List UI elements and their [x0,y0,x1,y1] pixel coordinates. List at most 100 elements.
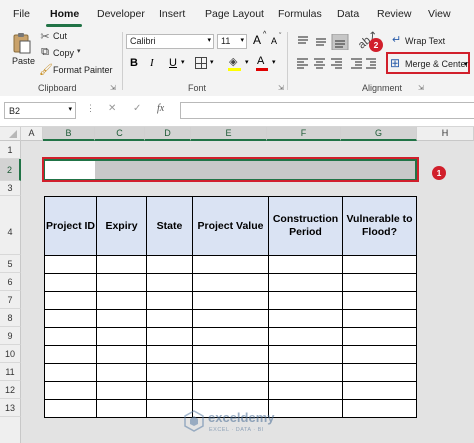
table-cell[interactable] [96,255,147,274]
table-cell[interactable] [268,381,343,400]
middle-align-icon[interactable] [314,34,328,48]
cut-button[interactable]: Cut [53,31,67,41]
select-all-corner[interactable] [0,127,21,141]
chevron-down-icon[interactable]: ▾ [240,36,244,44]
row-header-1[interactable]: 1 [0,141,21,159]
chevron-down-icon[interactable]: ▾ [210,58,214,66]
table-cell[interactable] [44,255,97,274]
align-left-icon[interactable] [296,57,309,70]
table-cell[interactable] [96,273,147,292]
row-header-8[interactable]: 8 [0,309,21,327]
column-header-d[interactable]: D [145,127,191,141]
table-cell[interactable] [44,273,97,292]
clipboard-launcher-icon[interactable]: ⇲ [110,84,116,92]
row-header-13[interactable]: 13 [0,399,21,417]
table-cell[interactable] [96,327,147,346]
chevron-down-icon[interactable]: ▾ [181,58,185,66]
table-cell[interactable] [146,273,193,292]
chevron-down-icon[interactable]: ▾ [207,36,211,44]
header-vulnerable-to-flood[interactable]: Vulnerable to Flood? [342,196,417,256]
merge-center-button[interactable]: Merge & Center [405,59,469,69]
table-cell[interactable] [268,291,343,310]
table-cell[interactable] [342,273,417,292]
merge-cells-icon[interactable]: ⊞ [390,56,400,70]
tab-formulas[interactable]: Formulas [278,8,322,20]
row-header-4[interactable]: 4 [0,196,21,255]
tab-data[interactable]: Data [337,8,359,20]
table-cell[interactable] [342,399,417,418]
table-cell[interactable] [268,363,343,382]
table-cell[interactable] [146,381,193,400]
shrink-font-button[interactable]: A [271,36,277,46]
font-color-button[interactable]: A [257,55,264,67]
table-cell[interactable] [96,381,147,400]
table-cell[interactable] [146,309,193,328]
column-header-h[interactable]: H [417,127,474,141]
cancel-icon[interactable]: ✕ [108,103,116,114]
font-name-combo[interactable]: Calibri ▾ [126,34,214,49]
table-cell[interactable] [96,309,147,328]
tab-insert[interactable]: Insert [159,8,185,20]
row-header-5[interactable]: 5 [0,255,21,273]
table-cell[interactable] [146,345,193,364]
row-header-2[interactable]: 2 [0,159,21,181]
name-box[interactable]: B2 ▾ [4,102,76,119]
chevron-down-icon[interactable]: ▾ [245,58,249,66]
header-project-value[interactable]: Project Value [192,196,269,256]
table-cell[interactable] [342,363,417,382]
table-cell[interactable] [268,309,343,328]
tab-file[interactable]: File [13,8,30,20]
table-cell[interactable] [96,363,147,382]
font-size-combo[interactable]: 11 ▾ [217,34,247,49]
table-cell[interactable] [192,273,269,292]
table-cell[interactable] [268,255,343,274]
row-header-9[interactable]: 9 [0,327,21,345]
tab-view[interactable]: View [428,8,451,20]
table-cell[interactable] [342,345,417,364]
table-cell[interactable] [44,381,97,400]
table-cell[interactable] [342,291,417,310]
table-cell[interactable] [192,363,269,382]
align-right-icon[interactable] [330,57,343,70]
column-header-g[interactable]: G [341,127,417,141]
table-cell[interactable] [96,291,147,310]
italic-button[interactable]: I [150,57,154,69]
decrease-indent-icon[interactable] [351,57,364,70]
table-cell[interactable] [44,363,97,382]
table-cell[interactable] [146,327,193,346]
column-header-c[interactable]: C [95,127,145,141]
row-header-6[interactable]: 6 [0,273,21,291]
copy-button[interactable]: Copy [53,48,74,58]
table-cell[interactable] [342,309,417,328]
table-cell[interactable] [192,255,269,274]
row-header-7[interactable]: 7 [0,291,21,309]
wrap-text-button[interactable]: Wrap Text [405,36,445,46]
table-cell[interactable] [192,327,269,346]
increase-indent-icon[interactable] [366,57,379,70]
align-center-icon[interactable] [313,57,326,70]
column-header-e[interactable]: E [191,127,267,141]
table-cell[interactable] [96,399,147,418]
column-header-a[interactable]: A [21,127,43,141]
table-cell[interactable] [146,291,193,310]
row-header-12[interactable]: 12 [0,381,21,399]
chevron-down-icon[interactable]: ▾ [464,60,468,68]
paste-icon[interactable] [12,32,32,54]
row-header-10[interactable]: 10 [0,345,21,363]
table-cell[interactable] [192,291,269,310]
scissors-icon[interactable]: ✂ [39,30,51,43]
font-launcher-icon[interactable]: ⇲ [278,84,284,92]
format-painter-button[interactable]: Format Painter [53,65,113,75]
row-header-14[interactable] [0,417,21,443]
alignment-launcher-icon[interactable]: ⇲ [418,84,424,92]
table-cell[interactable] [192,345,269,364]
enter-icon[interactable]: ✓ [133,103,141,114]
tab-developer[interactable]: Developer [97,8,145,20]
header-project-id[interactable]: Project ID [44,196,97,256]
bold-button[interactable]: B [130,57,138,69]
copy-dropdown-icon[interactable]: ▾ [77,47,81,55]
row-header-11[interactable]: 11 [0,363,21,381]
bottom-align-icon[interactable] [332,34,348,50]
header-expiry[interactable]: Expiry [96,196,147,256]
chevron-down-icon[interactable]: ▾ [68,105,72,113]
